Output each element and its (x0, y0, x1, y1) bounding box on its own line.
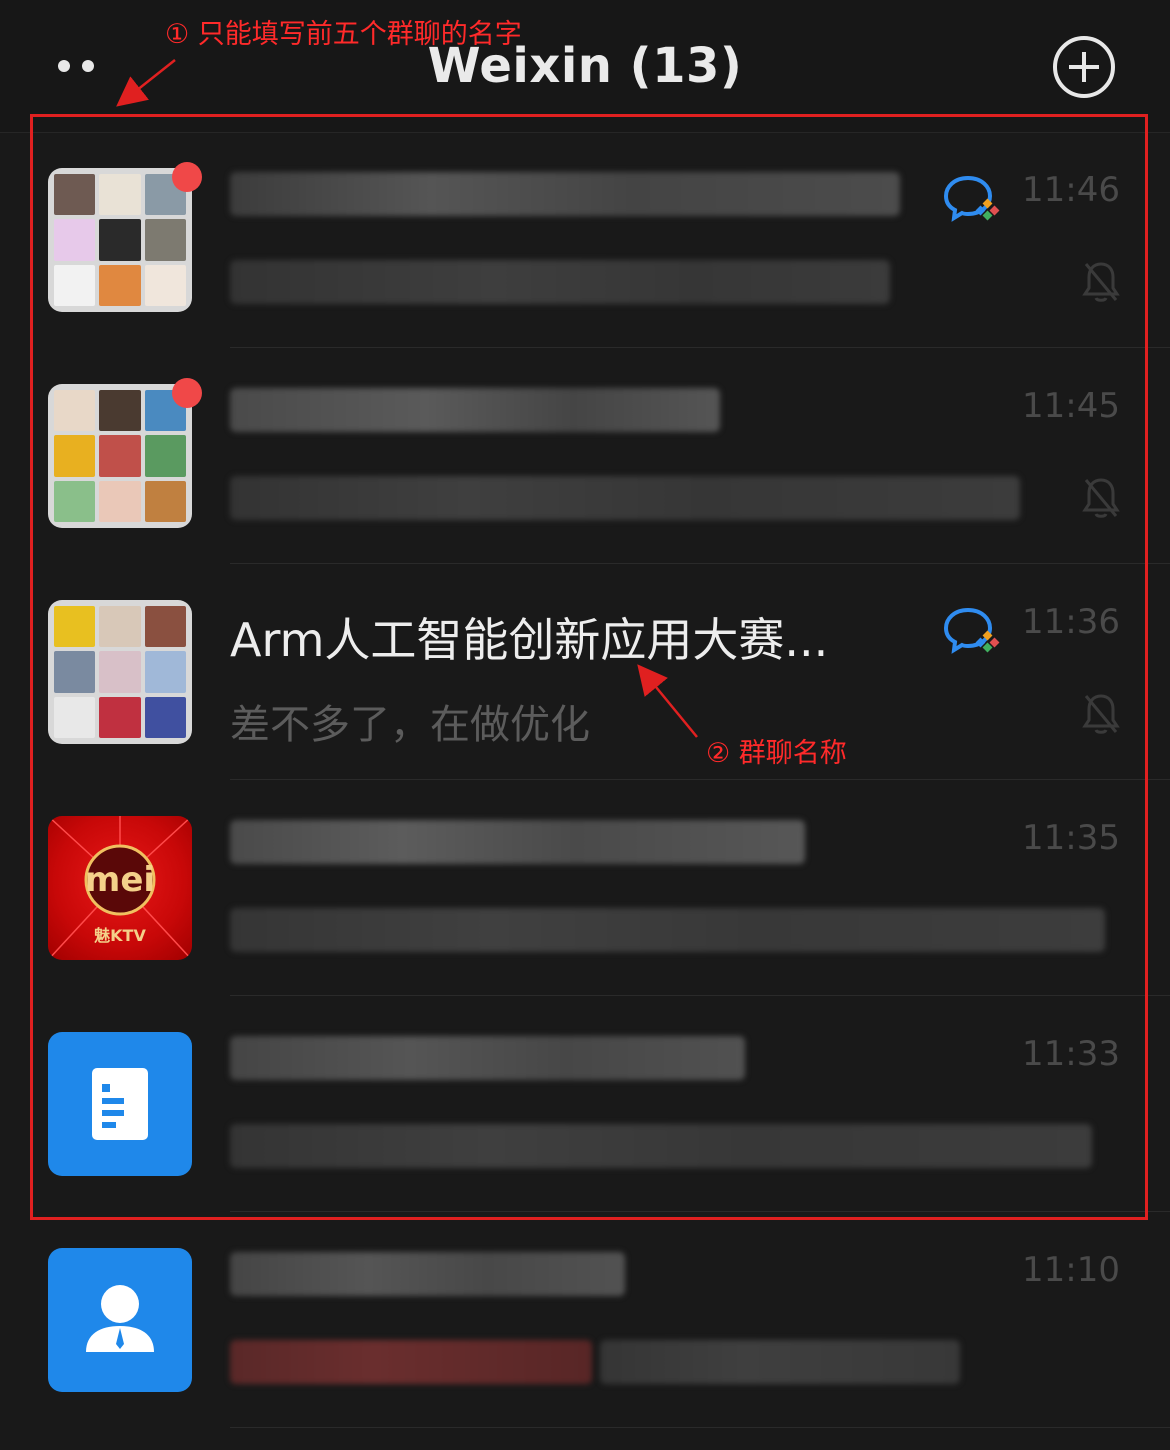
chat-time: 11:45 (1022, 386, 1120, 426)
subscription-avatar (48, 1032, 192, 1176)
chat-name-blurred (230, 1036, 745, 1080)
chat-preview-blurred (230, 908, 1105, 952)
chat-row[interactable]: 11:46 (0, 132, 1170, 348)
ktv-logo-subtext: 魅KTV (94, 926, 146, 945)
chat-name-blurred (230, 1252, 625, 1296)
chat-name-blurred (230, 388, 720, 432)
chat-row[interactable]: 11:10 (0, 1212, 1170, 1428)
group-avatar (48, 384, 192, 528)
chat-time: 11:46 (1022, 170, 1120, 210)
chat-time: 11:10 (1022, 1250, 1120, 1290)
mute-bell-icon (1082, 478, 1120, 518)
chat-preview-blurred (600, 1340, 960, 1384)
wecom-icon (944, 175, 1000, 222)
chat-row[interactable]: mei 魅KTV 11:35 (0, 780, 1170, 996)
group-avatar (48, 600, 192, 744)
chat-preview-blurred (230, 476, 1020, 520)
chat-name-blurred (230, 820, 805, 864)
annotation-note-1: ① 只能填写前五个群聊的名字 (165, 19, 522, 50)
unread-badge (172, 378, 202, 408)
person-icon (86, 1285, 154, 1352)
chat-row[interactable]: Arm人工智能创新应用大赛... 差不多了，在做优化 11:36 (0, 564, 1170, 780)
ktv-logo-text: mei (84, 860, 156, 900)
add-plus-icon[interactable] (1052, 35, 1116, 99)
chat-name-blurred (230, 172, 900, 216)
chat-row[interactable]: 11:33 (0, 996, 1170, 1212)
mute-bell-icon (1082, 694, 1120, 734)
document-icon (92, 1068, 148, 1140)
wecom-icon (944, 607, 1000, 654)
chat-preview-blurred (230, 1124, 1092, 1168)
unread-badge (172, 162, 202, 192)
chat-time: 11:33 (1022, 1034, 1120, 1074)
mute-bell-icon (1082, 262, 1120, 302)
chat-time: 11:36 (1022, 602, 1120, 642)
chat-preview-blurred-highlight (230, 1340, 592, 1384)
chat-preview-blurred (230, 260, 890, 304)
group-avatar (48, 168, 192, 312)
chat-name: Arm人工智能创新应用大赛... (230, 613, 829, 667)
chat-row[interactable]: 11:45 (0, 348, 1170, 564)
service-avatar (48, 1248, 192, 1392)
chat-preview: 差不多了，在做优化 (230, 702, 590, 748)
chat-time: 11:35 (1022, 818, 1120, 858)
ktv-avatar: mei 魅KTV (48, 816, 192, 960)
